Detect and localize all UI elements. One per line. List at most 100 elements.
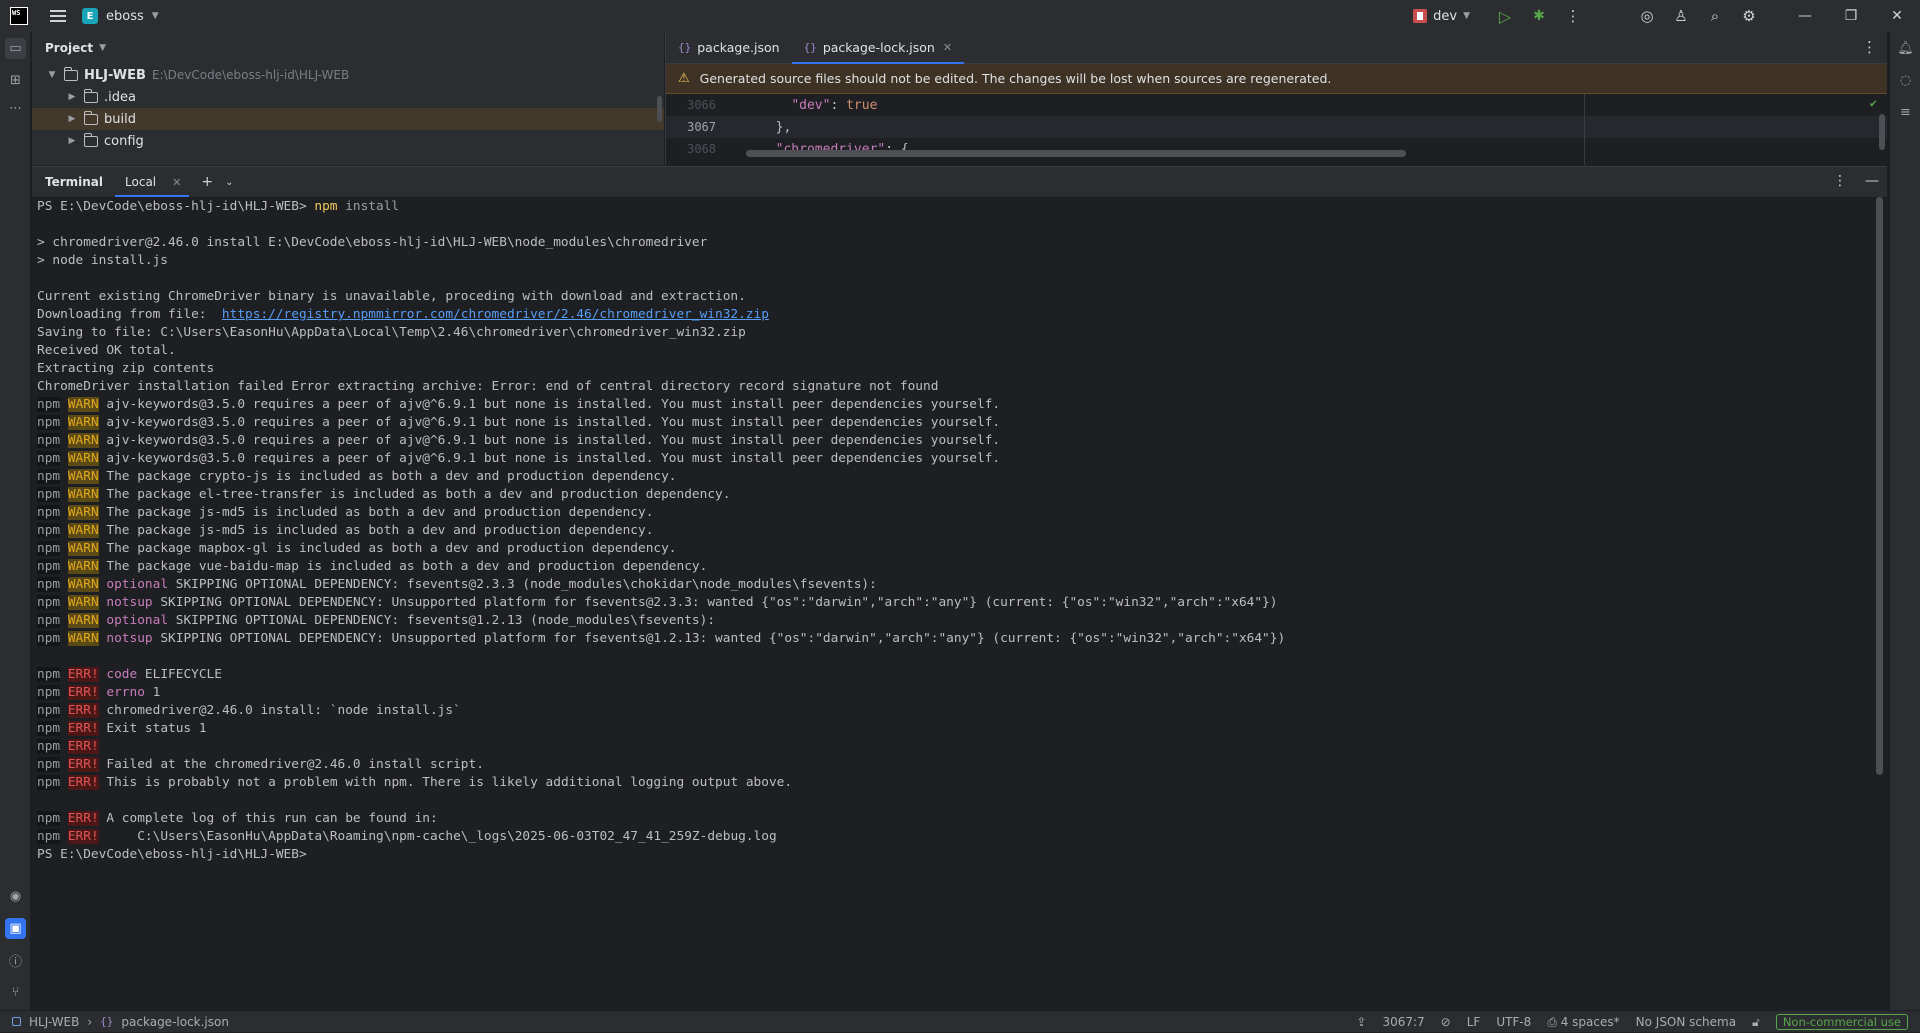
more-vertical-icon: ⋮ <box>1565 7 1581 25</box>
terminal-line: npm ERR! C:\Users\EasonHu\AppData\Roamin… <box>37 829 777 844</box>
chevron-down-icon[interactable]: ⌄ <box>225 177 233 188</box>
close-icon: ✕ <box>1891 8 1903 24</box>
npm-config-icon <box>1413 9 1428 23</box>
terminal-line: npm WARN notsup SKIPPING OPTIONAL DEPEND… <box>37 595 1278 610</box>
license-badge[interactable]: Non-commercial use <box>1775 1014 1908 1030</box>
services-tool-icon[interactable]: ◉ <box>5 886 26 907</box>
chevron-down-icon: ▼ <box>99 43 106 53</box>
more-actions-button[interactable]: ⋮ <box>1556 0 1590 32</box>
terminal-tab-local[interactable]: Local ✕ <box>115 167 190 197</box>
folder-icon <box>83 110 98 125</box>
structure-tool-icon[interactable]: ⊞ <box>5 70 26 91</box>
json-file-icon: {} <box>100 1015 114 1028</box>
account-button[interactable]: ♙ <box>1664 0 1698 32</box>
terminal-line: Received OK total. <box>37 343 176 358</box>
breadcrumb-root[interactable]: HLJ-WEB <box>29 1015 79 1029</box>
json-file-icon: {} <box>678 41 692 54</box>
new-terminal-plus-icon[interactable]: + <box>201 174 213 190</box>
minimize-button[interactable]: — <box>1782 0 1828 32</box>
terminal-scrollbar[interactable] <box>1876 197 1883 775</box>
run-config-selector[interactable]: dev ▼ <box>1413 9 1470 24</box>
terminal-line: > chromedriver@2.46.0 install E:\DevCode… <box>37 235 708 250</box>
breadcrumb-file[interactable]: package-lock.json <box>121 1015 229 1029</box>
close-icon[interactable]: ✕ <box>943 41 952 54</box>
terminal-line: npm ERR! <box>37 739 99 754</box>
debug-button[interactable]: ✱ <box>1522 0 1556 32</box>
tree-item-config[interactable]: ▶ config <box>32 130 664 152</box>
terminal-line: npm ERR! This is probably not a problem … <box>37 775 793 790</box>
more-tools-icon[interactable]: ⋯ <box>5 98 26 119</box>
code-view[interactable]: 3066 "dev": true 3067 }, 3068 "chromedri… <box>666 94 1887 165</box>
problems-tool-icon[interactable]: ⓘ <box>5 950 26 971</box>
cursor-position[interactable]: 3067:7 <box>1382 1015 1424 1029</box>
search-button[interactable]: ⌕ <box>1698 0 1732 32</box>
tree-item-label: config <box>104 133 144 149</box>
terminal-output[interactable]: PS E:\DevCode\eboss-hlj-id\HLJ-WEB> npm … <box>37 197 1867 1007</box>
inspection-ok-icon[interactable]: ✔ <box>1870 96 1877 110</box>
terminal-line: npm ERR! Failed at the chromedriver@2.46… <box>37 757 484 772</box>
project-panel-header[interactable]: Project ▼ <box>32 32 664 64</box>
project-tool-icon[interactable]: ▭ <box>5 38 26 59</box>
project-panel: Project ▼ ▼ HLJ-WEB E:\DevCode\eboss-hlj… <box>32 32 664 165</box>
database-icon[interactable]: ≡ <box>1895 102 1916 123</box>
tree-item-build[interactable]: ▶ build <box>32 108 664 130</box>
terminal-line: npm ERR! errno 1 <box>37 685 161 700</box>
terminal-line: npm ERR! A complete log of this run can … <box>37 811 438 826</box>
terminal-line: PS E:\DevCode\eboss-hlj-id\HLJ-WEB> npm … <box>37 199 400 214</box>
line-separator[interactable]: LF <box>1467 1015 1481 1029</box>
vcs-upload-icon[interactable]: ⇪ <box>1356 1015 1366 1029</box>
tree-root-hlj-web[interactable]: ▼ HLJ-WEB E:\DevCode\eboss-hlj-id\HLJ-WE… <box>32 64 664 86</box>
terminal-line: npm WARN ajv-keywords@3.5.0 requires a p… <box>37 415 1001 430</box>
right-tool-strip: 🔔︎ ◌ ≡ <box>1889 32 1920 1012</box>
file-encoding[interactable]: UTF-8 <box>1496 1015 1531 1029</box>
tree-item-idea[interactable]: ▶ .idea <box>32 86 664 108</box>
json-schema[interactable]: No JSON schema <box>1636 1015 1736 1029</box>
right-margin-guide <box>1584 94 1585 165</box>
breadcrumb: HLJ-WEB › {} package-lock.json <box>12 1015 229 1029</box>
settings-button[interactable]: ⚙ <box>1732 0 1766 32</box>
restore-button[interactable]: ❐ <box>1828 0 1874 32</box>
tree-root-name: HLJ-WEB <box>84 67 146 83</box>
tree-item-label: .idea <box>104 89 136 105</box>
terminal-line: npm WARN The package crypto-js is includ… <box>37 469 677 484</box>
terminal-line: > node install.js <box>37 253 168 268</box>
run-config-label: dev <box>1433 8 1458 24</box>
code-text: "dev": true <box>791 97 878 113</box>
notifications-icon[interactable]: 🔔︎ <box>1895 38 1916 59</box>
terminal-line: ChromeDriver installation failed Error e… <box>37 379 939 394</box>
more-vertical-icon[interactable]: ⋮ <box>1833 173 1847 189</box>
no-inspection-icon[interactable]: ⊘ <box>1441 1015 1451 1029</box>
gear-icon: ⚙ <box>1742 7 1756 25</box>
status-bar: HLJ-WEB › {} package-lock.json ⇪ 3067:7 … <box>0 1010 1920 1032</box>
indent-setting[interactable]: ⎙ 4 spaces* <box>1547 1015 1619 1030</box>
terminal-line: npm WARN The package vue-baidu-map is in… <box>37 559 708 574</box>
terminal-line: npm WARN ajv-keywords@3.5.0 requires a p… <box>37 433 1001 448</box>
ai-assistant-icon[interactable]: ◌ <box>1895 70 1916 91</box>
run-button[interactable]: ▷ <box>1488 0 1522 32</box>
close-window-button[interactable]: ✕ <box>1874 0 1920 32</box>
project-panel-scrollbar[interactable] <box>657 96 662 122</box>
editor-vertical-scrollbar[interactable] <box>1879 114 1885 150</box>
more-vertical-icon[interactable]: ⋮ <box>1862 38 1877 56</box>
terminal-line: npm ERR! chromedriver@2.46.0 install: `n… <box>37 703 461 718</box>
terminal-tool-icon[interactable]: ▣ <box>5 918 26 939</box>
read-only-toggle-icon[interactable]: 🔓︎ <box>1752 1015 1760 1030</box>
tab-package-json[interactable]: {} package.json <box>666 32 792 63</box>
terminal-line: Current existing ChromeDriver binary is … <box>37 289 746 304</box>
tab-package-lock-json[interactable]: {} package-lock.json ✕ <box>791 32 965 64</box>
git-tool-icon[interactable]: ⑂ <box>5 982 26 1003</box>
project-selector[interactable]: E eboss ▼ <box>82 8 159 24</box>
terminal-line: npm ERR! code ELIFECYCLE <box>37 667 222 682</box>
hamburger-icon[interactable] <box>50 10 66 22</box>
tab-label: package.json <box>697 40 780 55</box>
terminal-line: npm WARN The package el-tree-transfer is… <box>37 487 731 502</box>
close-icon[interactable]: ✕ <box>172 176 181 189</box>
download-url-link[interactable]: https://registry.npmmirror.com/chromedri… <box>222 307 769 322</box>
line-number: 3067 <box>687 120 716 134</box>
minimize-panel-icon[interactable]: — <box>1865 173 1879 189</box>
copilot-button[interactable]: ◎ <box>1630 0 1664 32</box>
editor-horizontal-scrollbar[interactable] <box>746 150 1406 157</box>
chevron-right-icon: ▶ <box>68 92 76 102</box>
